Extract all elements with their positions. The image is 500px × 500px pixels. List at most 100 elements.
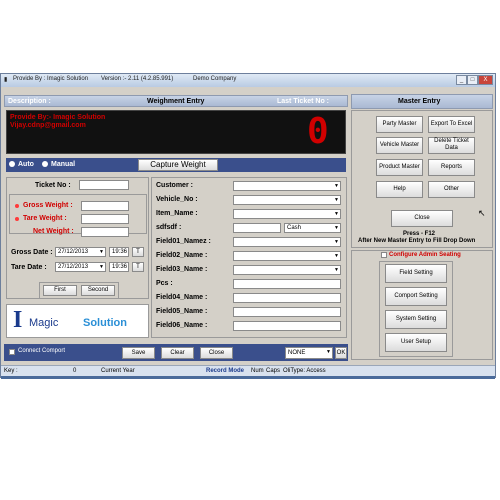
weighment-header: Description : Weighment Entry Last Ticke… [4,95,348,107]
pcs-label: Pcs : [156,280,173,287]
customer-dropdown[interactable]: ▼ [233,181,341,191]
other-button[interactable]: Other [428,181,475,198]
mode-bar: Auto Manual Capture Weight [6,158,346,172]
last-ticket-label: Last Ticket No : [277,98,329,105]
field03-label: Field03_Name : [156,266,208,273]
title-bar: ▮ Provide By : Imagic Solution Version :… [1,74,495,87]
master-close-button[interactable]: Close [391,210,453,227]
pcs-field[interactable] [233,279,341,289]
status-zero: 0 [73,368,77,374]
weighment-entry-title: Weighment Entry [147,98,205,105]
gross-time-button[interactable]: T [132,247,144,257]
none-dropdown[interactable]: NONE ▼ [285,347,333,359]
party-master-button[interactable]: Party Master [376,116,423,133]
manual-radio[interactable] [42,161,48,167]
window-title: Provide By : Imagic Solution [13,76,89,82]
field-setting-button[interactable]: Field Setting [385,264,447,283]
tare-time-button[interactable]: T [132,262,144,272]
comport-setting-button[interactable]: Comport Setting [385,287,447,306]
sdfsdf-field[interactable] [233,223,281,233]
chevron-down-icon: ▼ [326,349,331,355]
auto-label: Auto [18,161,34,168]
status-num: Num [251,368,264,374]
none-value: NONE [288,350,306,356]
payment-value: Cash [287,225,302,231]
system-setting-button[interactable]: System Setting [385,310,447,329]
dropdown-note: After New Master Entry to Fill Drop Down [358,238,476,244]
weight-display: Provide By:- Imagic Solution Vijay.cdnp@… [6,110,346,154]
bottom-edge [1,376,495,379]
master-entry-header: Master Entry [351,94,493,109]
field03-dropdown[interactable]: ▼ [233,265,341,275]
configure-admin-checkbox[interactable] [381,252,387,258]
tare-weight-radio[interactable] [15,217,19,221]
chevron-down-icon: ▼ [334,197,339,203]
sdfsdf-label: sdfsdf : [156,224,182,231]
tare-weight-field[interactable] [81,214,129,224]
tare-date-label: Tare Date : [11,264,47,271]
ticket-no-field[interactable] [79,180,129,190]
master-entry-title: Master Entry [398,98,441,105]
status-db-type: OliType: Access [283,368,326,374]
connect-comport-checkbox[interactable] [9,349,15,355]
field02-label: Field02_Name : [156,252,208,259]
vehicle-no-label: Vehicle_No : [156,196,198,203]
field04-field[interactable] [233,293,341,303]
field06-field[interactable] [233,321,341,331]
help-button[interactable]: Help [376,181,423,198]
close-button[interactable]: Close [200,347,233,359]
window-version: Version :- 2.11 (4.2.85.991) [101,76,174,82]
product-master-button[interactable]: Product Master [376,159,423,176]
tare-time-field[interactable]: 19:36 [109,262,129,272]
gross-weight-radio[interactable] [15,204,19,208]
tare-date-value: 27/12/2013 [58,264,89,270]
manual-label: Manual [51,161,76,168]
net-weight-field[interactable] [81,227,129,237]
auto-radio[interactable] [9,161,15,167]
gross-weight-field[interactable] [81,201,129,211]
export-excel-button[interactable]: Export To Excel [428,116,475,133]
tare-date-picker[interactable]: 27/12/2013 ▼ [55,262,106,272]
gross-date-picker[interactable]: 27/12/2013 ▼ [55,247,106,257]
user-setup-button[interactable]: User Setup [385,333,447,352]
field01-dropdown[interactable]: ▼ [233,237,341,247]
first-button[interactable]: First [43,285,77,296]
chevron-down-icon: ▼ [334,239,339,245]
field05-field[interactable] [233,307,341,317]
capture-weight-button[interactable]: Capture Weight [138,159,218,171]
vehicle-master-button[interactable]: Vehicle Master [376,137,423,154]
gross-time-field[interactable]: 19:36 [109,247,129,257]
payment-dropdown[interactable]: Cash ▼ [284,223,341,233]
logo-i: I [13,307,23,333]
reports-button[interactable]: Reports [428,159,475,176]
vehicle-no-dropdown[interactable]: ▼ [233,195,341,205]
chevron-down-icon: ▼ [99,264,104,270]
chevron-down-icon: ▼ [334,253,339,259]
gross-date-value: 27/12/2013 [58,249,89,255]
minimize-button[interactable]: _ [456,75,467,85]
gross-weight-label: Gross Weight : [23,202,73,209]
ok-button[interactable]: OK [335,347,347,359]
field01-label: Field01_Namez : [156,238,211,245]
configure-admin-label: Configure Admin Seating [389,252,461,258]
tare-weight-label: Tare Weight : [23,215,67,222]
field06-label: Field06_Name : [156,322,208,329]
mouse-cursor-icon: ↖ [478,208,486,218]
imagic-logo: I Magic Solution [6,304,149,338]
gross-date-label: Gross Date : [11,249,53,256]
second-button[interactable]: Second [81,285,115,296]
delete-ticket-button[interactable]: Delete Ticket Data [428,137,475,154]
item-name-dropdown[interactable]: ▼ [233,209,341,219]
status-record-mode: Record Mode [206,368,245,374]
chevron-down-icon: ▼ [334,211,339,217]
maximize-button[interactable]: □ [467,75,478,85]
ticket-no-label: Ticket No : [35,182,71,189]
chevron-down-icon: ▼ [99,249,104,255]
customer-label: Customer : [156,182,193,189]
clear-button[interactable]: Clear [161,347,194,359]
save-button[interactable]: Save [122,347,155,359]
field02-dropdown[interactable]: ▼ [233,251,341,261]
status-key: Key : [4,368,18,374]
close-window-button[interactable]: X [478,75,493,85]
app-icon: ▮ [4,77,8,83]
